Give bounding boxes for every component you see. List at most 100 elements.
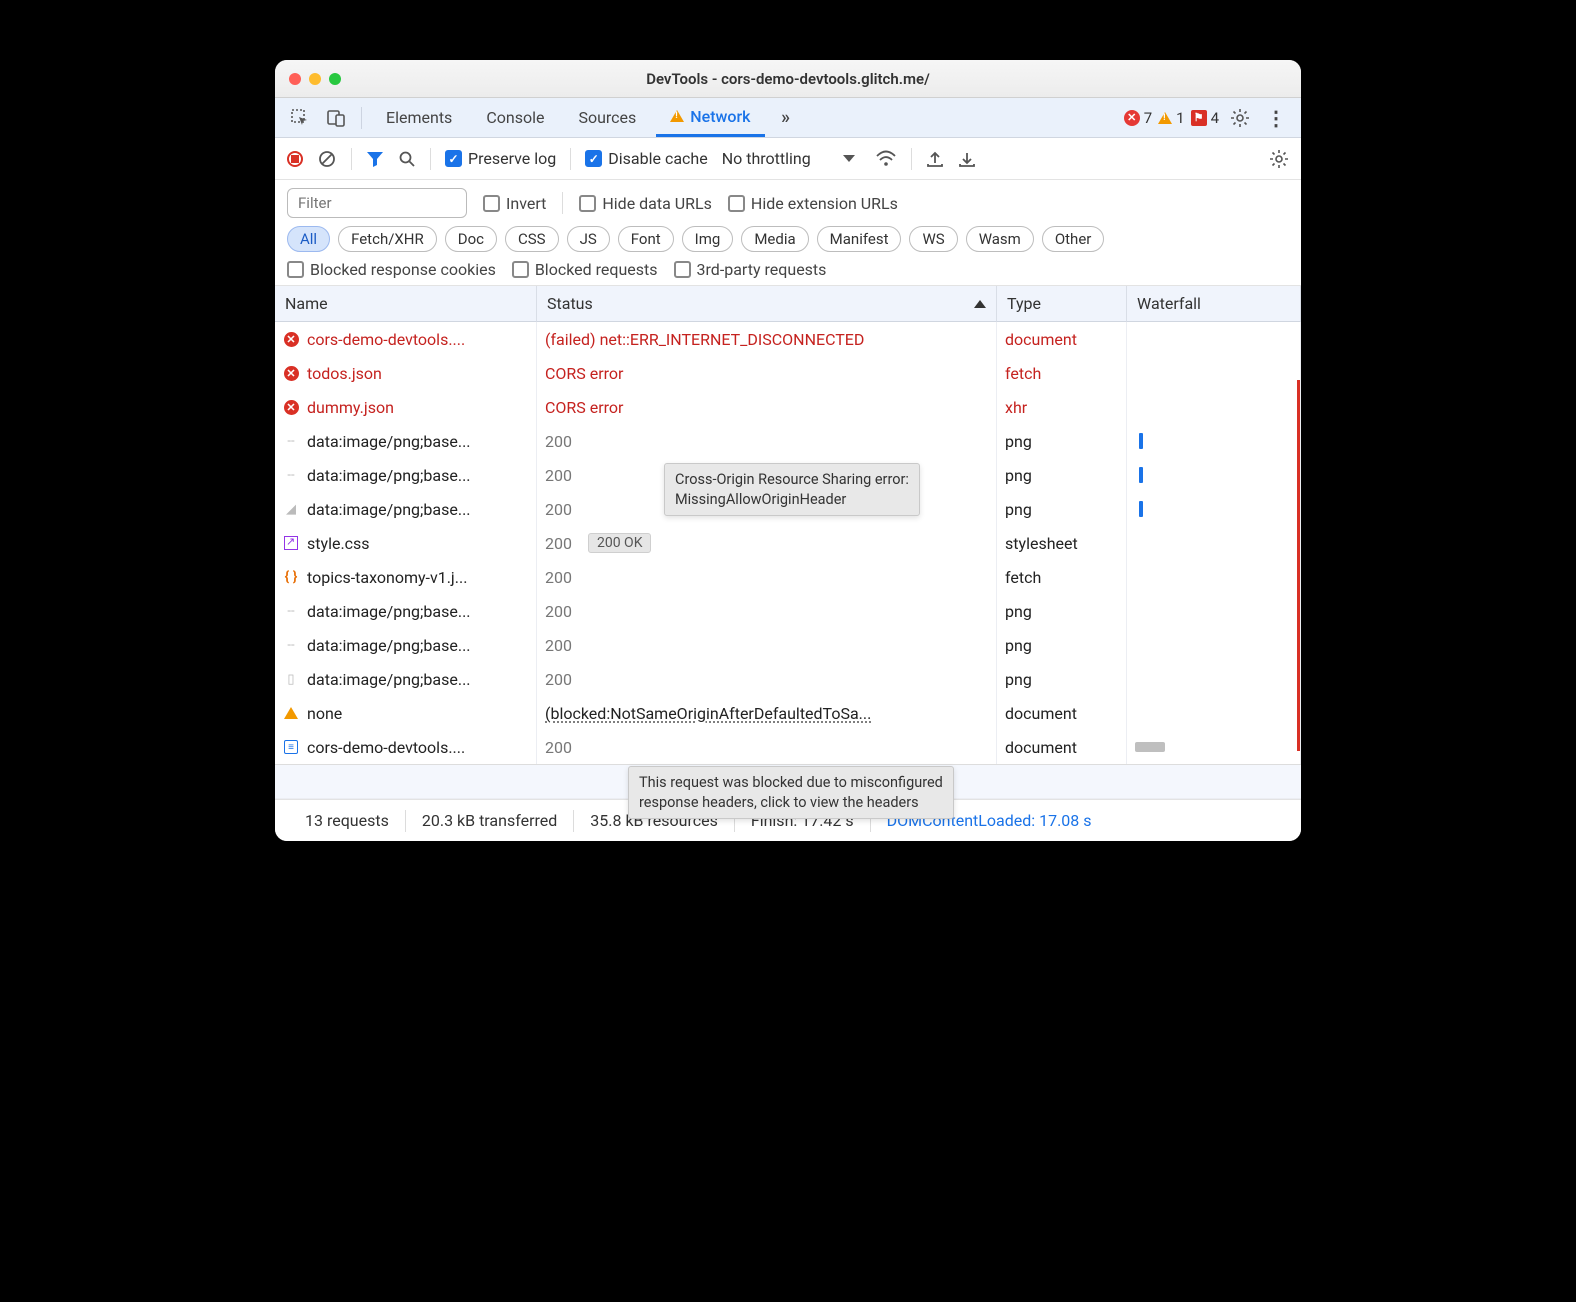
chip-fetchxhr[interactable]: Fetch/XHR bbox=[338, 226, 437, 252]
request-type-cell[interactable]: document bbox=[997, 730, 1127, 764]
filter-icon[interactable] bbox=[366, 150, 384, 168]
request-status-cell[interactable]: 200200 OK bbox=[537, 526, 997, 560]
chip-doc[interactable]: Doc bbox=[445, 226, 497, 252]
request-waterfall-cell[interactable] bbox=[1127, 356, 1301, 390]
clear-button[interactable] bbox=[317, 149, 337, 169]
minimize-window-button[interactable] bbox=[309, 73, 321, 85]
blocked-cookies-checkbox[interactable]: Blocked response cookies bbox=[287, 260, 496, 279]
export-har-icon[interactable] bbox=[958, 150, 976, 168]
column-header-status[interactable]: Status bbox=[537, 286, 997, 322]
request-type-cell[interactable]: document bbox=[997, 696, 1127, 730]
request-status-cell[interactable]: 200 bbox=[537, 424, 997, 458]
issues-badge[interactable]: ⚑ 4 bbox=[1191, 109, 1219, 127]
request-waterfall-cell[interactable] bbox=[1127, 560, 1301, 594]
request-status-cell[interactable]: (failed) net::ERR_INTERNET_DISCONNECTED bbox=[537, 322, 997, 356]
request-waterfall-cell[interactable] bbox=[1127, 424, 1301, 458]
request-type-cell[interactable]: document bbox=[997, 322, 1127, 356]
chip-manifest[interactable]: Manifest bbox=[817, 226, 902, 252]
error-badge[interactable]: ✕ 7 bbox=[1124, 109, 1152, 127]
request-status-cell[interactable]: 200 bbox=[537, 594, 997, 628]
tab-elements[interactable]: Elements bbox=[372, 98, 466, 137]
more-tabs-icon[interactable]: » bbox=[771, 103, 801, 133]
request-type-cell[interactable]: fetch bbox=[997, 356, 1127, 390]
chip-all[interactable]: All bbox=[287, 226, 330, 252]
search-icon[interactable] bbox=[398, 150, 416, 168]
request-waterfall-cell[interactable] bbox=[1127, 390, 1301, 424]
disable-cache-checkbox[interactable]: Disable cache bbox=[585, 149, 707, 168]
blocked-requests-checkbox[interactable]: Blocked requests bbox=[512, 260, 658, 279]
request-name-cell[interactable]: { }topics-taxonomy-v1.j... bbox=[275, 560, 537, 594]
resource-type-chips: All Fetch/XHR Doc CSS JS Font Img Media Manifest… bbox=[287, 226, 1289, 252]
request-name-cell[interactable]: --data:image/png;base... bbox=[275, 424, 537, 458]
chip-other[interactable]: Other bbox=[1042, 226, 1105, 252]
request-type-cell[interactable]: stylesheet bbox=[997, 526, 1127, 560]
request-name-cell[interactable]: --data:image/png;base... bbox=[275, 458, 537, 492]
column-header-type[interactable]: Type bbox=[997, 286, 1127, 322]
request-name-cell[interactable]: cors-demo-devtools.... bbox=[275, 730, 537, 764]
request-type-cell[interactable]: png bbox=[997, 424, 1127, 458]
request-name-cell[interactable]: ✕todos.json bbox=[275, 356, 537, 390]
request-name-cell[interactable]: ✕cors-demo-devtools.... bbox=[275, 322, 537, 356]
hide-data-urls-checkbox[interactable]: Hide data URLs bbox=[579, 194, 712, 213]
request-type-cell[interactable]: xhr bbox=[997, 390, 1127, 424]
throttling-select[interactable]: No throttling bbox=[722, 149, 861, 168]
chip-js[interactable]: JS bbox=[567, 226, 610, 252]
request-name-cell[interactable]: --data:image/png;base... bbox=[275, 594, 537, 628]
request-waterfall-cell[interactable] bbox=[1127, 526, 1301, 560]
inspect-element-icon[interactable] bbox=[285, 103, 315, 133]
request-status-cell[interactable]: 200 bbox=[537, 560, 997, 594]
chip-font[interactable]: Font bbox=[618, 226, 674, 252]
request-status-cell[interactable]: 200 bbox=[537, 662, 997, 696]
request-name-cell[interactable]: none bbox=[275, 696, 537, 730]
request-waterfall-cell[interactable] bbox=[1127, 492, 1301, 526]
network-settings-icon[interactable] bbox=[1269, 149, 1289, 169]
request-waterfall-cell[interactable] bbox=[1127, 458, 1301, 492]
column-header-waterfall[interactable]: Waterfall bbox=[1127, 286, 1301, 322]
request-waterfall-cell[interactable] bbox=[1127, 594, 1301, 628]
hide-extension-urls-checkbox[interactable]: Hide extension URLs bbox=[728, 194, 898, 213]
request-name-cell[interactable]: style.css bbox=[275, 526, 537, 560]
filter-input[interactable] bbox=[287, 188, 467, 218]
device-toolbar-icon[interactable] bbox=[321, 103, 351, 133]
request-type-cell[interactable]: png bbox=[997, 594, 1127, 628]
settings-icon[interactable] bbox=[1225, 103, 1255, 133]
request-waterfall-cell[interactable] bbox=[1127, 322, 1301, 356]
network-conditions-icon[interactable] bbox=[875, 150, 897, 168]
warning-badge[interactable]: 1 bbox=[1158, 109, 1184, 127]
invert-checkbox[interactable]: Invert bbox=[483, 194, 546, 213]
chip-img[interactable]: Img bbox=[682, 226, 734, 252]
request-name-cell[interactable]: ✕dummy.json bbox=[275, 390, 537, 424]
chip-css[interactable]: CSS bbox=[505, 226, 559, 252]
record-button[interactable] bbox=[287, 151, 303, 167]
request-type-cell[interactable]: png bbox=[997, 662, 1127, 696]
third-party-checkbox[interactable]: 3rd-party requests bbox=[674, 260, 827, 279]
column-header-name[interactable]: Name bbox=[275, 286, 537, 322]
request-status-cell[interactable]: CORS error bbox=[537, 390, 997, 424]
request-status-cell[interactable]: (blocked:NotSameOriginAfterDefaultedToSa… bbox=[537, 696, 997, 730]
request-waterfall-cell[interactable] bbox=[1127, 628, 1301, 662]
request-name-cell[interactable]: --data:image/png;base... bbox=[275, 628, 537, 662]
request-type-cell[interactable]: png bbox=[997, 492, 1127, 526]
request-waterfall-cell[interactable] bbox=[1127, 696, 1301, 730]
request-type-cell[interactable]: png bbox=[997, 458, 1127, 492]
tab-network[interactable]: Network bbox=[656, 98, 764, 137]
request-name-cell[interactable]: ◢data:image/png;base... bbox=[275, 492, 537, 526]
kebab-menu-icon[interactable]: ⋮ bbox=[1261, 103, 1291, 133]
request-status-cell[interactable]: CORS error bbox=[537, 356, 997, 390]
request-type-cell[interactable]: png bbox=[997, 628, 1127, 662]
request-status-cell[interactable]: 200 bbox=[537, 730, 997, 764]
tab-sources[interactable]: Sources bbox=[564, 98, 650, 137]
request-name-cell[interactable]: ▯data:image/png;base... bbox=[275, 662, 537, 696]
chip-ws[interactable]: WS bbox=[909, 226, 957, 252]
preserve-log-checkbox[interactable]: Preserve log bbox=[445, 149, 556, 168]
import-har-icon[interactable] bbox=[926, 150, 944, 168]
request-waterfall-cell[interactable] bbox=[1127, 662, 1301, 696]
request-status-cell[interactable]: 200 bbox=[537, 628, 997, 662]
zoom-window-button[interactable] bbox=[329, 73, 341, 85]
chip-wasm[interactable]: Wasm bbox=[966, 226, 1034, 252]
tab-console[interactable]: Console bbox=[472, 98, 558, 137]
request-waterfall-cell[interactable] bbox=[1127, 730, 1301, 764]
request-type-cell[interactable]: fetch bbox=[997, 560, 1127, 594]
close-window-button[interactable] bbox=[289, 73, 301, 85]
chip-media[interactable]: Media bbox=[741, 226, 808, 252]
